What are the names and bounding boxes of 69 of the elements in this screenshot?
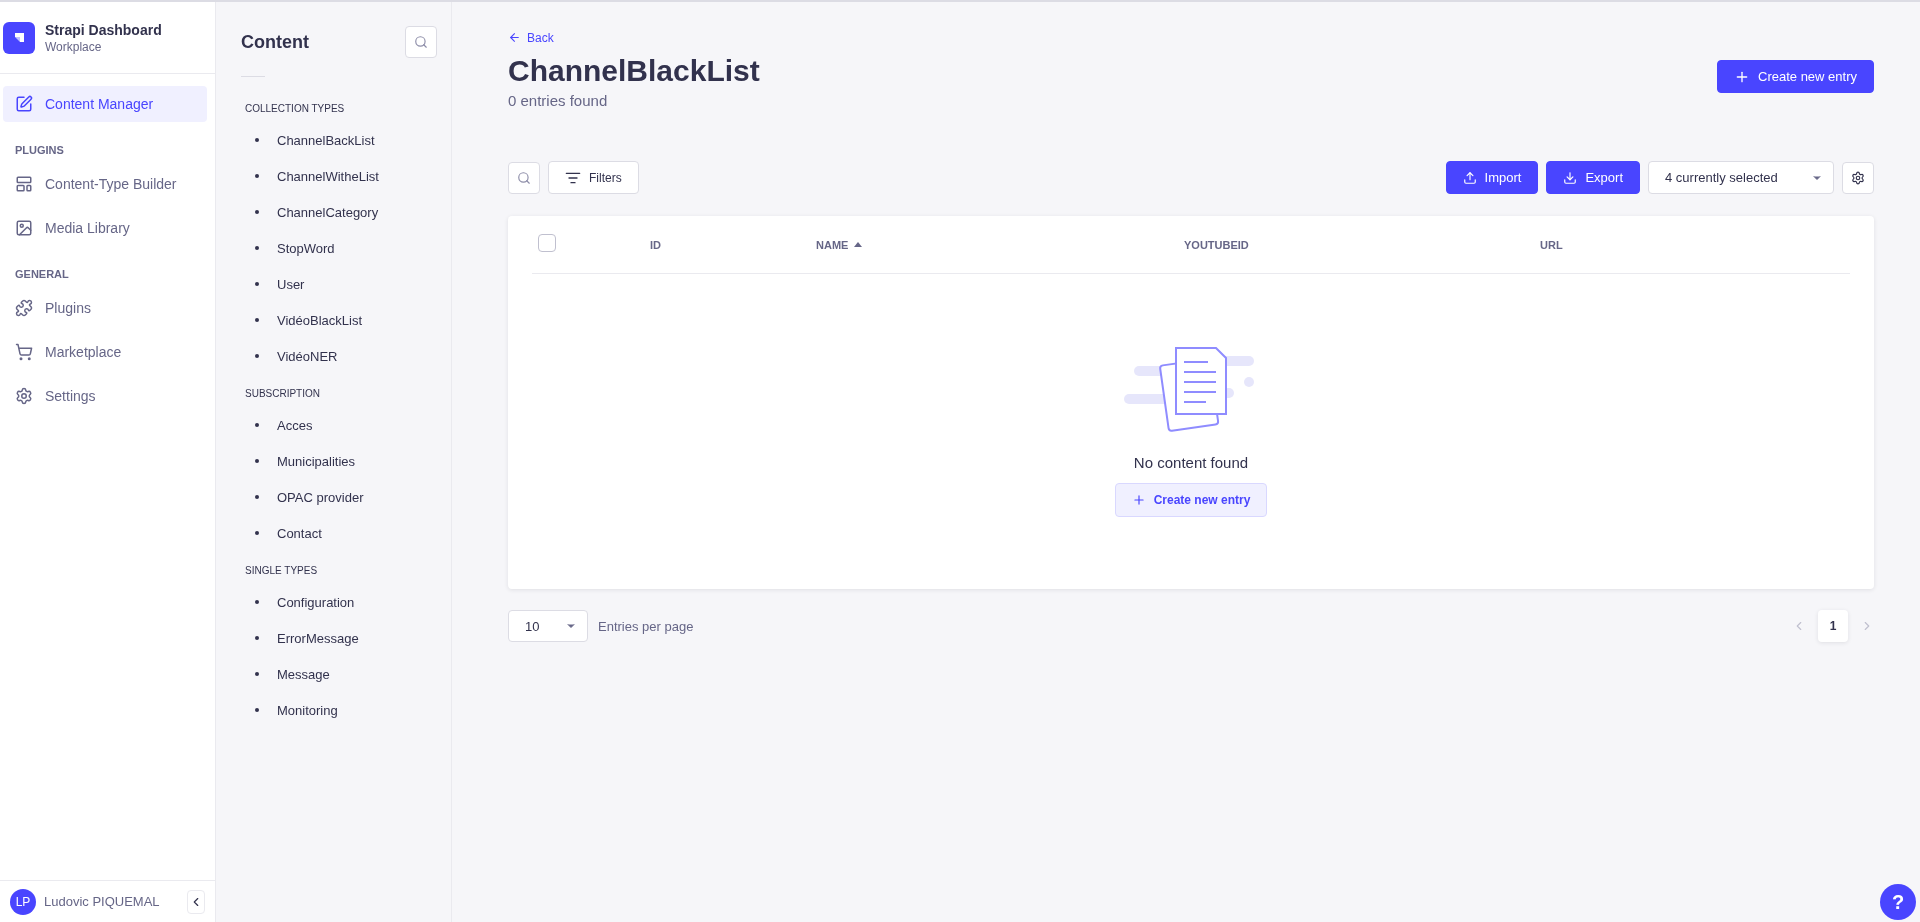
content-type-link[interactable]: ChannelCategory xyxy=(241,194,451,230)
page-link[interactable]: 1 xyxy=(1818,610,1848,642)
nav-section-label: GENERAL xyxy=(14,267,70,282)
export-button[interactable]: Export xyxy=(1546,161,1640,194)
help-button[interactable]: ? xyxy=(1880,884,1916,920)
page-size-select[interactable]: 10 xyxy=(508,610,588,642)
content-type-link[interactable]: User xyxy=(241,266,451,302)
search-icon xyxy=(517,170,531,185)
column-header[interactable]: ID xyxy=(650,238,661,251)
content-type-link[interactable]: OPAC provider xyxy=(241,479,451,515)
back-link[interactable]: Back xyxy=(508,30,554,45)
image-icon xyxy=(15,219,33,237)
create-entry-button[interactable]: Create new entry xyxy=(1114,483,1268,517)
download-icon xyxy=(1563,170,1578,185)
search-button[interactable] xyxy=(405,26,437,58)
group-label: SUBSCRIPTION xyxy=(245,388,321,399)
content-type-link[interactable]: VidéoNER xyxy=(241,338,451,374)
import-button[interactable]: Import xyxy=(1445,161,1539,194)
nav-item[interactable]: Marketplace xyxy=(3,334,207,370)
group-label: SINGLE TYPES xyxy=(245,565,319,576)
column-header[interactable]: YOUTUBEID xyxy=(1184,238,1249,251)
edit-icon xyxy=(15,95,33,113)
content-type-link[interactable]: VidéoBlackList xyxy=(241,302,451,338)
page-title: ChannelBlackList xyxy=(508,54,760,88)
content-type-link[interactable]: Municipalities xyxy=(241,443,451,479)
arrow-left-icon xyxy=(508,31,521,44)
user-avatar[interactable]: LP xyxy=(10,888,36,915)
content-type-link[interactable]: ChannelWitheList xyxy=(241,158,451,194)
upload-icon xyxy=(1462,170,1477,185)
content-type-link[interactable]: ErrorMessage xyxy=(241,620,451,656)
content-type-link[interactable]: Configuration xyxy=(241,584,451,620)
sidebar-title: Content xyxy=(241,31,309,53)
column-header[interactable]: URL xyxy=(1540,238,1563,251)
content-type-link[interactable]: Message xyxy=(241,656,451,692)
nav-item[interactable]: Settings xyxy=(3,378,207,414)
app-title: Strapi Dashboard xyxy=(45,21,162,38)
puzzle-icon xyxy=(15,299,33,317)
collapse-button[interactable] xyxy=(187,889,205,914)
nav-item[interactable]: Content Manager xyxy=(3,86,207,122)
plus-icon xyxy=(1131,493,1146,507)
nav-item[interactable]: Plugins xyxy=(3,290,207,326)
workspace-label: Workplace xyxy=(45,39,103,54)
content-type-link[interactable]: StopWord xyxy=(241,230,451,266)
columns-select[interactable]: 4 currently selected xyxy=(1648,161,1834,194)
settings-icon xyxy=(15,387,33,405)
sort-up-icon xyxy=(854,242,863,247)
settings-icon xyxy=(1851,170,1865,185)
select-all-checkbox[interactable] xyxy=(538,233,556,252)
group-label: COLLECTION TYPES xyxy=(245,103,346,114)
content-type-link[interactable]: ChannelBackList xyxy=(241,122,451,158)
empty-message: No content found xyxy=(1133,454,1249,471)
settings-button[interactable] xyxy=(1842,161,1874,194)
page-size-label: Entries per page xyxy=(598,618,694,634)
content-type-link[interactable]: Contact xyxy=(241,515,451,551)
nav-item[interactable]: Content-Type Builder xyxy=(3,166,207,202)
user-name: Ludovic PIQUEMAL xyxy=(44,894,161,909)
search-button[interactable] xyxy=(508,161,540,194)
create-entry-button[interactable]: Create new entry xyxy=(1717,60,1874,93)
layout-icon xyxy=(15,175,33,193)
content-type-link[interactable]: Monitoring xyxy=(241,692,451,728)
app-logo[interactable] xyxy=(3,21,35,54)
nav-section-label: PLUGINS xyxy=(14,143,65,158)
content-type-link[interactable]: Acces xyxy=(241,407,451,443)
search-icon xyxy=(414,35,428,49)
filters-button[interactable]: Filters xyxy=(548,161,639,194)
nav-item[interactable]: Media Library xyxy=(3,210,207,246)
entries-count: 0 entries found xyxy=(508,92,609,109)
cart-icon xyxy=(15,343,33,361)
column-header[interactable]: NAME xyxy=(816,238,863,251)
